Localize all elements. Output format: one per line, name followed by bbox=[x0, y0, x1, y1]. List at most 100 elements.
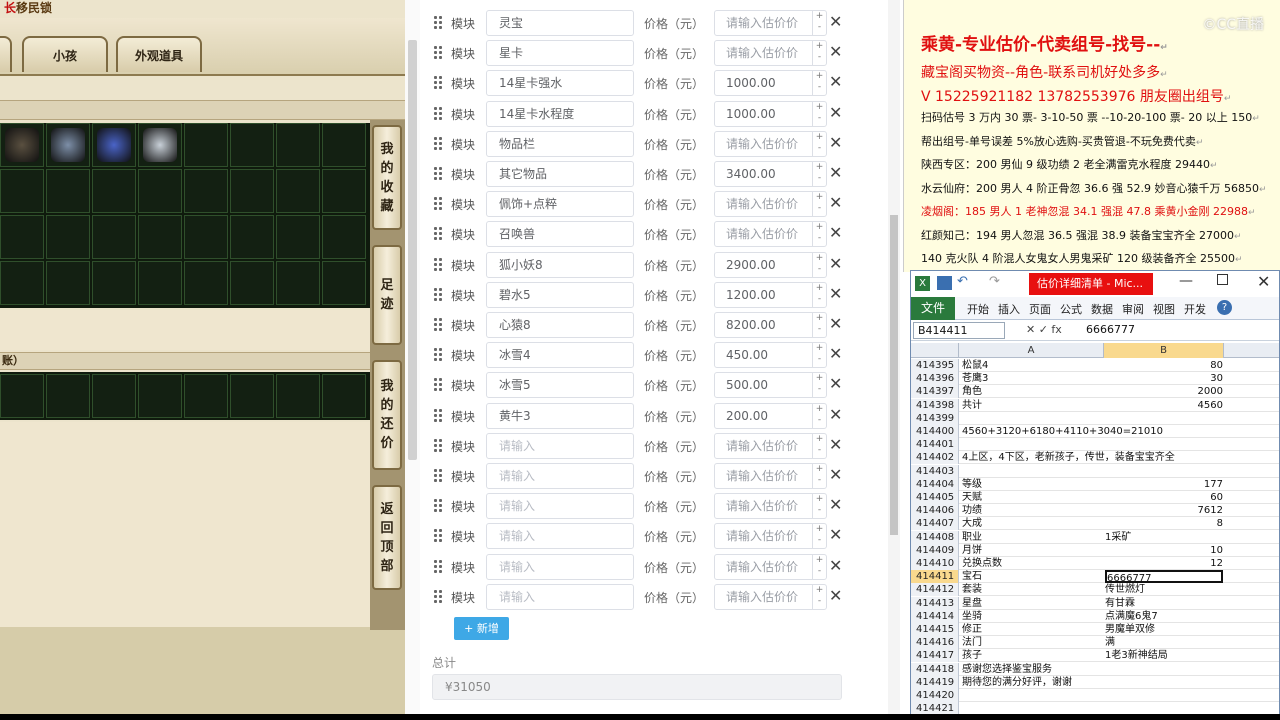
delete-row-icon[interactable]: ✕ bbox=[829, 12, 842, 32]
price-stepper[interactable]: + - bbox=[812, 403, 826, 428]
row-number[interactable]: 414404 bbox=[911, 477, 959, 491]
left-panel-scrollbar[interactable] bbox=[405, 0, 420, 720]
price-stepper[interactable]: + - bbox=[812, 101, 826, 126]
sheet-row[interactable]: 414414 坐骑 点满魔6鬼7 bbox=[911, 609, 1279, 623]
row-number[interactable]: 414409 bbox=[911, 543, 959, 557]
row-number[interactable]: 414399 bbox=[911, 411, 959, 425]
price-stepper[interactable]: + - bbox=[812, 41, 826, 66]
cell-a[interactable]: 松鼠4 bbox=[962, 359, 1102, 372]
module-name-input[interactable]: 其它物品 bbox=[486, 161, 634, 187]
inventory-slot[interactable] bbox=[46, 123, 90, 167]
inventory-slot[interactable] bbox=[230, 169, 274, 213]
row-number[interactable]: 414407 bbox=[911, 517, 959, 531]
cell-a[interactable]: 期待您的满分好评，谢谢 bbox=[962, 676, 1102, 689]
delete-row-icon[interactable]: ✕ bbox=[829, 163, 842, 183]
price-stepper[interactable]: + - bbox=[812, 71, 826, 96]
sheet-row[interactable]: 414397 角色 2000 bbox=[911, 385, 1279, 399]
maximize-icon[interactable] bbox=[1217, 274, 1228, 285]
sheet-row[interactable]: 414401 bbox=[911, 438, 1279, 452]
cell-a[interactable]: 等级 bbox=[962, 478, 1102, 491]
drag-handle-icon[interactable] bbox=[434, 438, 442, 453]
inventory-slot[interactable] bbox=[276, 261, 320, 305]
cell-a[interactable]: 4上区，4下区，老新孩子，传世，装备宝宝齐全 bbox=[962, 451, 1175, 464]
sheet-row[interactable]: 414402 4上区，4下区，老新孩子，传世，装备宝宝齐全 bbox=[911, 451, 1279, 465]
row-number[interactable]: 414400 bbox=[911, 425, 959, 438]
cell-b[interactable]: 男魔单双修 bbox=[1105, 623, 1223, 636]
sheet-row[interactable]: 414400 4560+3120+6180+4110+3040=21010 bbox=[911, 425, 1279, 438]
row-number[interactable]: 414420 bbox=[911, 689, 959, 702]
cell-b[interactable]: 12 bbox=[1105, 557, 1223, 570]
price-stepper[interactable]: + - bbox=[812, 494, 826, 519]
inventory-slot[interactable] bbox=[184, 261, 228, 305]
inventory-slot[interactable] bbox=[138, 215, 182, 259]
delete-row-icon[interactable]: ✕ bbox=[829, 525, 842, 545]
cell-a[interactable]: 法门 bbox=[962, 636, 1102, 649]
ribbon-tab[interactable]: 页面 bbox=[1029, 301, 1051, 317]
inventory-slot[interactable] bbox=[138, 261, 182, 305]
price-input[interactable]: 500.00 + - bbox=[714, 372, 827, 399]
module-name-input[interactable]: 物品栏 bbox=[486, 130, 634, 157]
price-stepper[interactable]: + - bbox=[812, 131, 826, 156]
price-stepper[interactable]: + - bbox=[812, 554, 826, 579]
sheet-row[interactable]: 414418 感谢您选择鉴宝服务 bbox=[911, 662, 1279, 676]
price-input[interactable]: 8200.00 + - bbox=[714, 312, 827, 338]
price-stepper[interactable]: + - bbox=[812, 343, 826, 368]
inventory-slot[interactable] bbox=[230, 123, 274, 167]
slot[interactable] bbox=[276, 374, 320, 418]
inventory-slot[interactable] bbox=[184, 123, 228, 167]
inventory-slot[interactable] bbox=[0, 123, 44, 167]
inventory-slot[interactable] bbox=[138, 169, 182, 213]
drag-handle-icon[interactable] bbox=[434, 559, 442, 574]
sheet-row[interactable]: 414406 功绩 7612 bbox=[911, 504, 1279, 518]
inventory-slot[interactable] bbox=[322, 261, 366, 305]
scroll-thumb[interactable] bbox=[890, 215, 898, 535]
cell-b[interactable]: 10 bbox=[1105, 544, 1223, 557]
module-name-input[interactable]: 召唤兽 bbox=[486, 221, 634, 248]
drag-handle-icon[interactable] bbox=[434, 589, 442, 604]
sheet-row[interactable]: 414404 等级 177 bbox=[911, 477, 1279, 491]
close-icon[interactable]: ✕ bbox=[1257, 272, 1270, 291]
row-number[interactable]: 414413 bbox=[911, 596, 959, 610]
add-button[interactable]: + 新增 bbox=[454, 617, 509, 640]
drag-handle-icon[interactable] bbox=[434, 167, 442, 181]
my-counteroffer-tab[interactable]: 我的还价 bbox=[372, 360, 402, 470]
price-stepper[interactable]: + - bbox=[812, 282, 826, 307]
cell-a[interactable]: 大成 bbox=[962, 517, 1102, 530]
formula-value[interactable]: 6666777 bbox=[1086, 323, 1135, 336]
delete-row-icon[interactable]: ✕ bbox=[829, 103, 842, 123]
my-favorites-tab[interactable]: 我的收藏 bbox=[372, 125, 402, 230]
price-stepper[interactable]: + - bbox=[812, 252, 826, 277]
sheet-row[interactable]: 414405 天赋 60 bbox=[911, 491, 1279, 504]
module-name-input[interactable]: 星卡 bbox=[486, 40, 634, 67]
cell-b[interactable]: 2000 bbox=[1105, 385, 1223, 398]
drag-handle-icon[interactable] bbox=[434, 46, 442, 60]
price-stepper[interactable]: + - bbox=[812, 524, 826, 549]
price-stepper[interactable]: + - bbox=[812, 373, 826, 398]
cell-b[interactable]: 177 bbox=[1105, 478, 1223, 491]
price-input[interactable]: 1200.00 + - bbox=[714, 281, 827, 308]
drag-handle-icon[interactable] bbox=[434, 378, 442, 392]
row-number[interactable]: 414417 bbox=[911, 649, 959, 663]
module-name-input[interactable]: 心猿8 bbox=[486, 312, 634, 338]
row-number[interactable]: 414408 bbox=[911, 530, 959, 544]
cell-b[interactable]: 1老3新神结局 bbox=[1105, 649, 1223, 662]
row-number[interactable]: 414406 bbox=[911, 504, 959, 518]
inventory-slot[interactable] bbox=[184, 169, 228, 213]
price-input[interactable]: 请输入估价价 + - bbox=[714, 432, 827, 459]
row-number[interactable]: 414412 bbox=[911, 583, 959, 597]
delete-row-icon[interactable]: ✕ bbox=[829, 495, 842, 515]
ribbon-tab[interactable]: 开发 bbox=[1184, 301, 1206, 317]
undo-icon[interactable]: ↶ bbox=[957, 274, 968, 289]
save-icon[interactable] bbox=[937, 276, 952, 290]
drag-handle-icon[interactable] bbox=[434, 136, 442, 151]
drag-handle-icon[interactable] bbox=[434, 106, 442, 121]
sheet-row[interactable]: 414398 共计 4560 bbox=[911, 398, 1279, 412]
row-number[interactable]: 414414 bbox=[911, 609, 959, 623]
cell-a[interactable]: 感谢您选择鉴宝服务 bbox=[962, 663, 1102, 676]
price-stepper[interactable]: + - bbox=[812, 584, 826, 609]
cell-b[interactable]: 8 bbox=[1105, 517, 1223, 530]
cell-b[interactable]: 有甘霖 bbox=[1105, 597, 1223, 610]
row-number[interactable]: 414403 bbox=[911, 464, 959, 478]
formula-icons[interactable]: ✕ ✓ fx bbox=[1026, 323, 1062, 336]
price-input[interactable]: 请输入估价价 + - bbox=[714, 221, 827, 248]
